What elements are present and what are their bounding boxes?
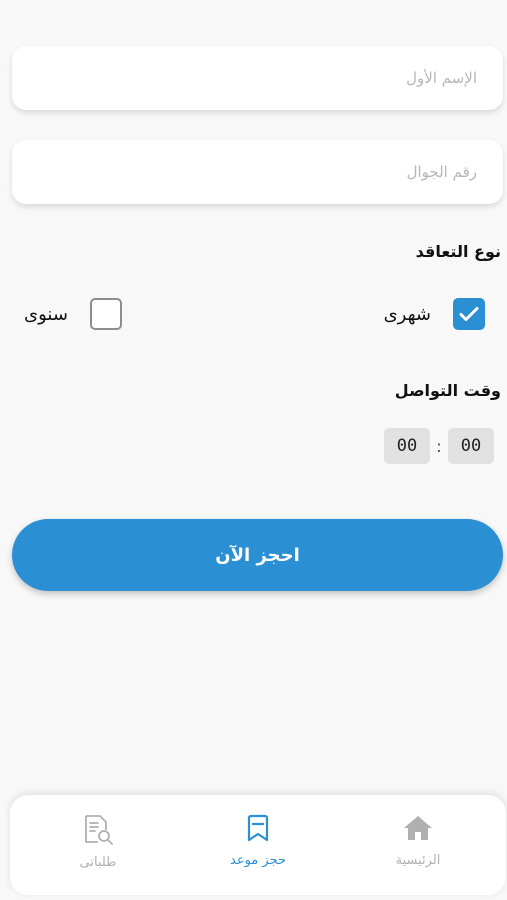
hours-field[interactable]: 00 — [448, 428, 494, 464]
nav-item-booking[interactable]: حجز موعد — [203, 813, 313, 868]
nav-label-orders: طلباتى — [79, 855, 117, 870]
nav-label-home: الرئيسية — [395, 853, 441, 868]
monthly-checkbox[interactable] — [453, 298, 485, 330]
monthly-label: شهرى — [383, 303, 431, 325]
contract-type-title: نوع التعاقد — [415, 242, 501, 261]
time-separator: : — [436, 436, 442, 456]
contact-time-picker: 00 : 00 — [384, 428, 494, 464]
yearly-option[interactable]: سنوى — [24, 298, 122, 330]
first-name-input[interactable] — [12, 46, 503, 110]
yearly-label: سنوى — [24, 303, 68, 325]
orders-document-icon — [85, 815, 113, 845]
nav-label-booking: حجز موعد — [230, 853, 286, 868]
home-icon — [404, 816, 432, 840]
minutes-field[interactable]: 00 — [384, 428, 430, 464]
book-now-button[interactable]: احجز الآن — [12, 519, 503, 591]
bottom-navigation: الرئيسية حجز موعد طلباتى — [10, 795, 506, 895]
first-name-field[interactable] — [12, 46, 503, 110]
scrolled-content-fragment — [0, 0, 507, 6]
contact-time-title: وقت التواصل — [394, 381, 501, 400]
phone-input[interactable] — [12, 140, 503, 204]
phone-field[interactable] — [12, 140, 503, 204]
nav-item-home[interactable]: الرئيسية — [363, 813, 473, 868]
bookmark-icon — [247, 814, 269, 842]
nav-item-orders[interactable]: طلباتى — [43, 813, 153, 870]
checkmark-icon — [459, 307, 479, 321]
yearly-checkbox[interactable] — [89, 298, 122, 330]
monthly-option[interactable]: شهرى — [384, 298, 485, 330]
